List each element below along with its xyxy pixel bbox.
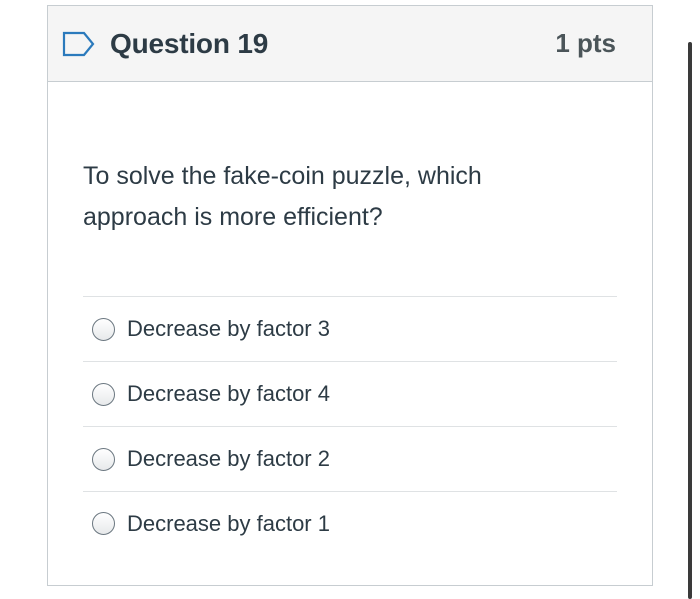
radio-button[interactable] — [92, 317, 115, 341]
radio-button[interactable] — [92, 447, 115, 471]
question-title: Question 19 — [110, 27, 269, 59]
question-text: To solve the fake-coin puzzle, which app… — [83, 162, 482, 231]
radio-button[interactable] — [92, 382, 115, 406]
answer-label: Decrease by factor 3 — [127, 316, 330, 341]
question-card: Question 19 1 pts To solve the fake-coin… — [47, 5, 653, 586]
question-points: 1 pts — [555, 28, 616, 58]
answer-list: Decrease by factor 3 Decrease by factor … — [83, 296, 617, 555]
answer-label: Decrease by factor 1 — [127, 510, 330, 536]
answer-option[interactable]: Decrease by factor 2 — [83, 426, 617, 491]
answer-label: Decrease by factor 2 — [127, 446, 330, 471]
flag-outline-icon[interactable] — [62, 29, 98, 59]
question-header: Question 19 1 pts — [48, 6, 652, 82]
answer-label: Decrease by factor 4 — [127, 381, 330, 406]
radio-button[interactable] — [92, 512, 115, 535]
scrollbar[interactable] — [688, 42, 692, 599]
answer-option[interactable]: Decrease by factor 1 — [83, 491, 617, 555]
answer-option[interactable]: Decrease by factor 4 — [83, 361, 617, 426]
question-body: To solve the fake-coin puzzle, which app… — [48, 82, 652, 555]
answer-option[interactable]: Decrease by factor 3 — [83, 296, 617, 361]
